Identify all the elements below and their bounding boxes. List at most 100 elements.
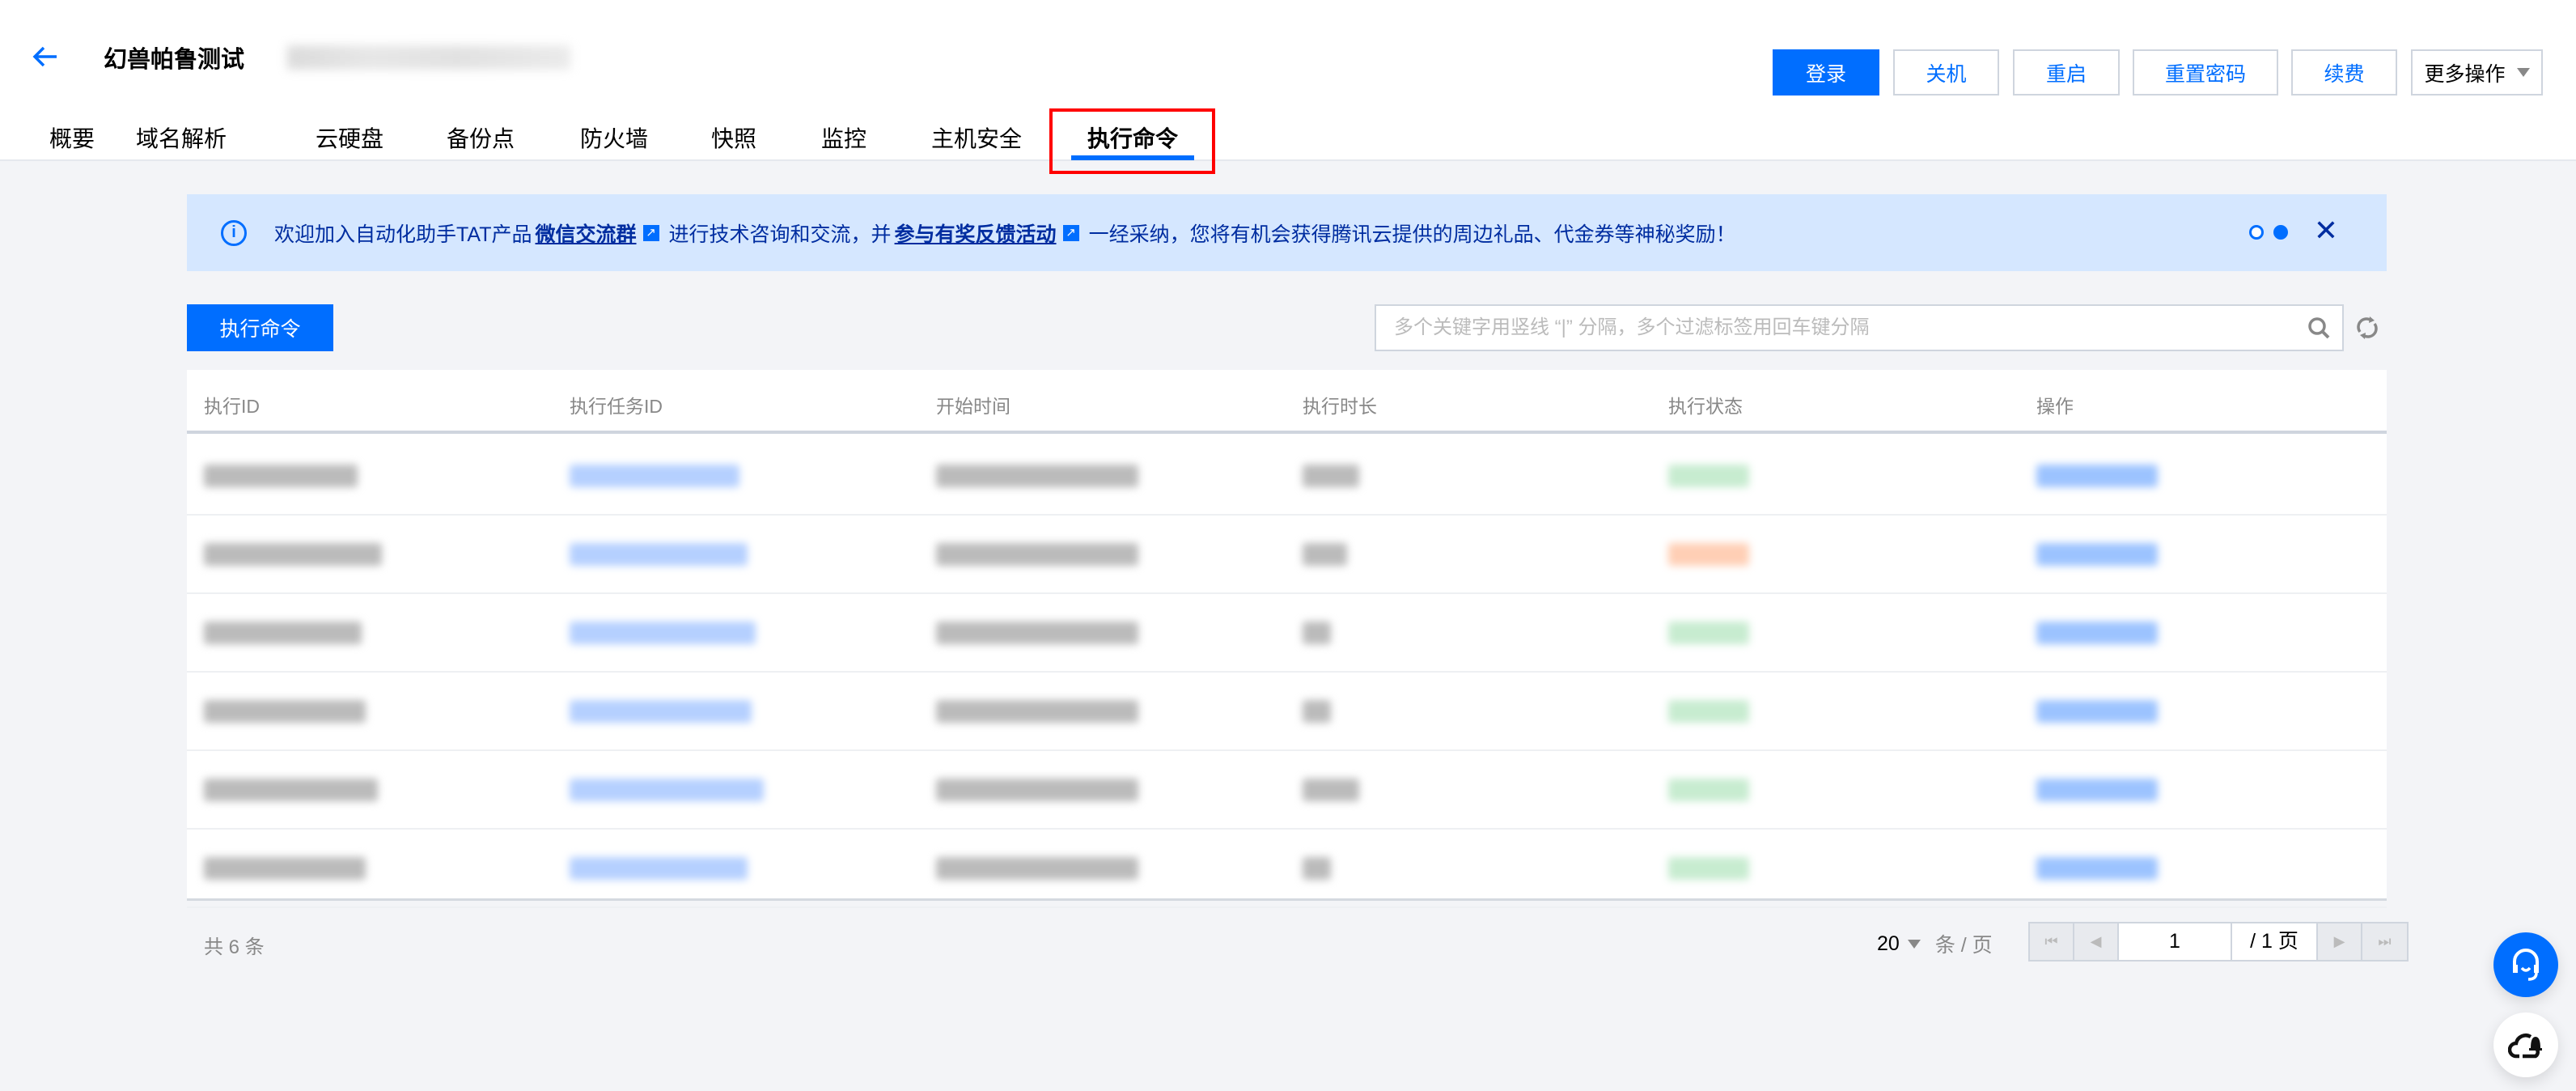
start-time-cell (936, 779, 1138, 801)
task-id-link[interactable] (570, 700, 752, 723)
cloud-notification-button[interactable] (2493, 1012, 2558, 1077)
restart-button[interactable]: 重启 (2013, 49, 2120, 96)
page-size-value: 20 (1877, 932, 1900, 955)
execution-id-cell (204, 465, 358, 487)
table-row (187, 594, 2387, 673)
page-number-input[interactable]: 1 (2119, 923, 2232, 960)
external-link-icon: ↗ (1062, 224, 1079, 241)
info-icon: i (221, 219, 247, 246)
task-id-link[interactable] (570, 465, 739, 487)
execution-table: 执行ID 执行任务ID 开始时间 执行时长 执行状态 操作 (187, 370, 2387, 908)
column-header: 执行任务ID (570, 396, 663, 417)
status-cell (1668, 857, 1749, 880)
banner-text-2: 进行技术咨询和交流，并 (668, 223, 892, 246)
table-row (187, 751, 2387, 830)
status-cell (1668, 543, 1749, 566)
run-command-button[interactable]: 执行命令 (187, 304, 333, 351)
start-time-cell (936, 857, 1138, 880)
execution-id-cell (204, 543, 382, 566)
execution-id-cell (204, 700, 366, 723)
column-header: 执行时长 (1303, 396, 1377, 417)
duration-cell (1303, 465, 1359, 487)
start-time-cell (936, 622, 1138, 644)
start-time-cell (936, 543, 1138, 566)
prev-page-icon[interactable]: ◀ (2074, 923, 2119, 960)
tab-overview[interactable]: 概要 (49, 121, 95, 154)
table-row (187, 830, 2387, 908)
search-box (1375, 304, 2344, 351)
execution-id-cell (204, 622, 362, 644)
tab-snapshot[interactable]: 快照 (711, 121, 756, 154)
highlight-box (1049, 108, 1215, 174)
next-page-icon[interactable]: ▶ (2318, 923, 2362, 960)
banner-dot-2[interactable] (2273, 225, 2288, 240)
table-row (187, 673, 2387, 751)
feedback-activity-link[interactable]: 参与有奖反馈活动 (895, 219, 1057, 248)
search-input[interactable] (1376, 306, 2266, 350)
reset-password-button[interactable]: 重置密码 (2133, 49, 2278, 96)
shutdown-button[interactable]: 关机 (1893, 49, 1999, 96)
banner-dot-1[interactable] (2249, 225, 2264, 240)
status-cell (1668, 700, 1749, 723)
external-link-icon: ↗ (642, 224, 659, 241)
task-id-link[interactable] (570, 857, 748, 880)
view-output-link[interactable] (2036, 465, 2158, 487)
page-header: 幻兽帕鲁测试 登录 关机 重启 重置密码 续费 更多操作 概要 域名解析 云硬盘… (0, 0, 2576, 174)
duration-cell (1303, 857, 1331, 880)
view-output-link[interactable] (2036, 543, 2158, 566)
banner-text-3: 一经采纳，您将有机会获得腾讯云提供的周边礼品、代金券等神秘奖励！ (1088, 223, 1736, 246)
caret-down-icon (2516, 68, 2530, 77)
tab-monitor[interactable]: 监控 (821, 121, 866, 154)
more-actions-dropdown[interactable]: 更多操作 (2411, 49, 2543, 96)
start-time-cell (936, 700, 1138, 723)
login-button[interactable]: 登录 (1773, 49, 1879, 96)
cloud-bell-icon (2508, 1034, 2542, 1059)
duration-cell (1303, 622, 1331, 644)
view-output-link[interactable] (2036, 622, 2158, 644)
last-page-icon[interactable]: ⏭ (2362, 923, 2407, 960)
refresh-icon[interactable] (2354, 314, 2381, 342)
tab-host-security[interactable]: 主机安全 (931, 121, 1022, 154)
tab-cloud-disk[interactable]: 云硬盘 (316, 121, 383, 154)
pagination: ⏮ ◀ 1 / 1 页 ▶ ⏭ (2028, 922, 2409, 962)
task-id-link[interactable] (570, 543, 748, 566)
page-size-select[interactable]: 20 条 / 页 (1877, 929, 1993, 958)
duration-cell (1303, 543, 1347, 566)
view-output-link[interactable] (2036, 779, 2158, 801)
customer-service-button[interactable] (2493, 932, 2558, 997)
tab-firewall[interactable]: 防火墙 (580, 121, 648, 154)
task-id-link[interactable] (570, 779, 764, 801)
tab-dns[interactable]: 域名解析 (136, 121, 227, 154)
table-row (187, 516, 2387, 594)
page-title: 幻兽帕鲁测试 (104, 47, 245, 73)
close-icon[interactable]: ✕ (2314, 214, 2338, 248)
column-header: 开始时间 (936, 396, 1010, 417)
view-output-link[interactable] (2036, 857, 2158, 880)
column-header: 操作 (2036, 396, 2074, 417)
caret-down-icon (1907, 939, 1921, 949)
headset-icon (2513, 949, 2539, 981)
back-arrow-icon[interactable] (29, 40, 61, 73)
status-cell (1668, 779, 1749, 801)
start-time-cell (936, 465, 1138, 487)
more-actions-label: 更多操作 (2424, 62, 2506, 86)
instance-id-blurred (287, 45, 570, 70)
banner-text-1: 欢迎加入自动化助手TAT产品 (274, 223, 532, 246)
task-id-link[interactable] (570, 622, 756, 644)
first-page-icon[interactable]: ⏮ (2030, 923, 2074, 960)
total-count: 共 6 条 (204, 936, 265, 958)
execution-id-cell (204, 857, 366, 880)
execution-id-cell (204, 779, 378, 801)
column-header: 执行状态 (1668, 396, 1743, 417)
tab-backup[interactable]: 备份点 (447, 121, 515, 154)
wechat-group-link[interactable]: 微信交流群 (536, 219, 637, 248)
duration-cell (1303, 700, 1331, 723)
table-row (187, 437, 2387, 516)
table-header: 执行ID 执行任务ID 开始时间 执行时长 执行状态 操作 (187, 370, 2387, 434)
status-cell (1668, 622, 1749, 644)
banner-pagination (2249, 225, 2288, 240)
status-cell (1668, 465, 1749, 487)
search-icon[interactable] (2307, 316, 2331, 340)
renew-button[interactable]: 续费 (2291, 49, 2397, 96)
view-output-link[interactable] (2036, 700, 2158, 723)
